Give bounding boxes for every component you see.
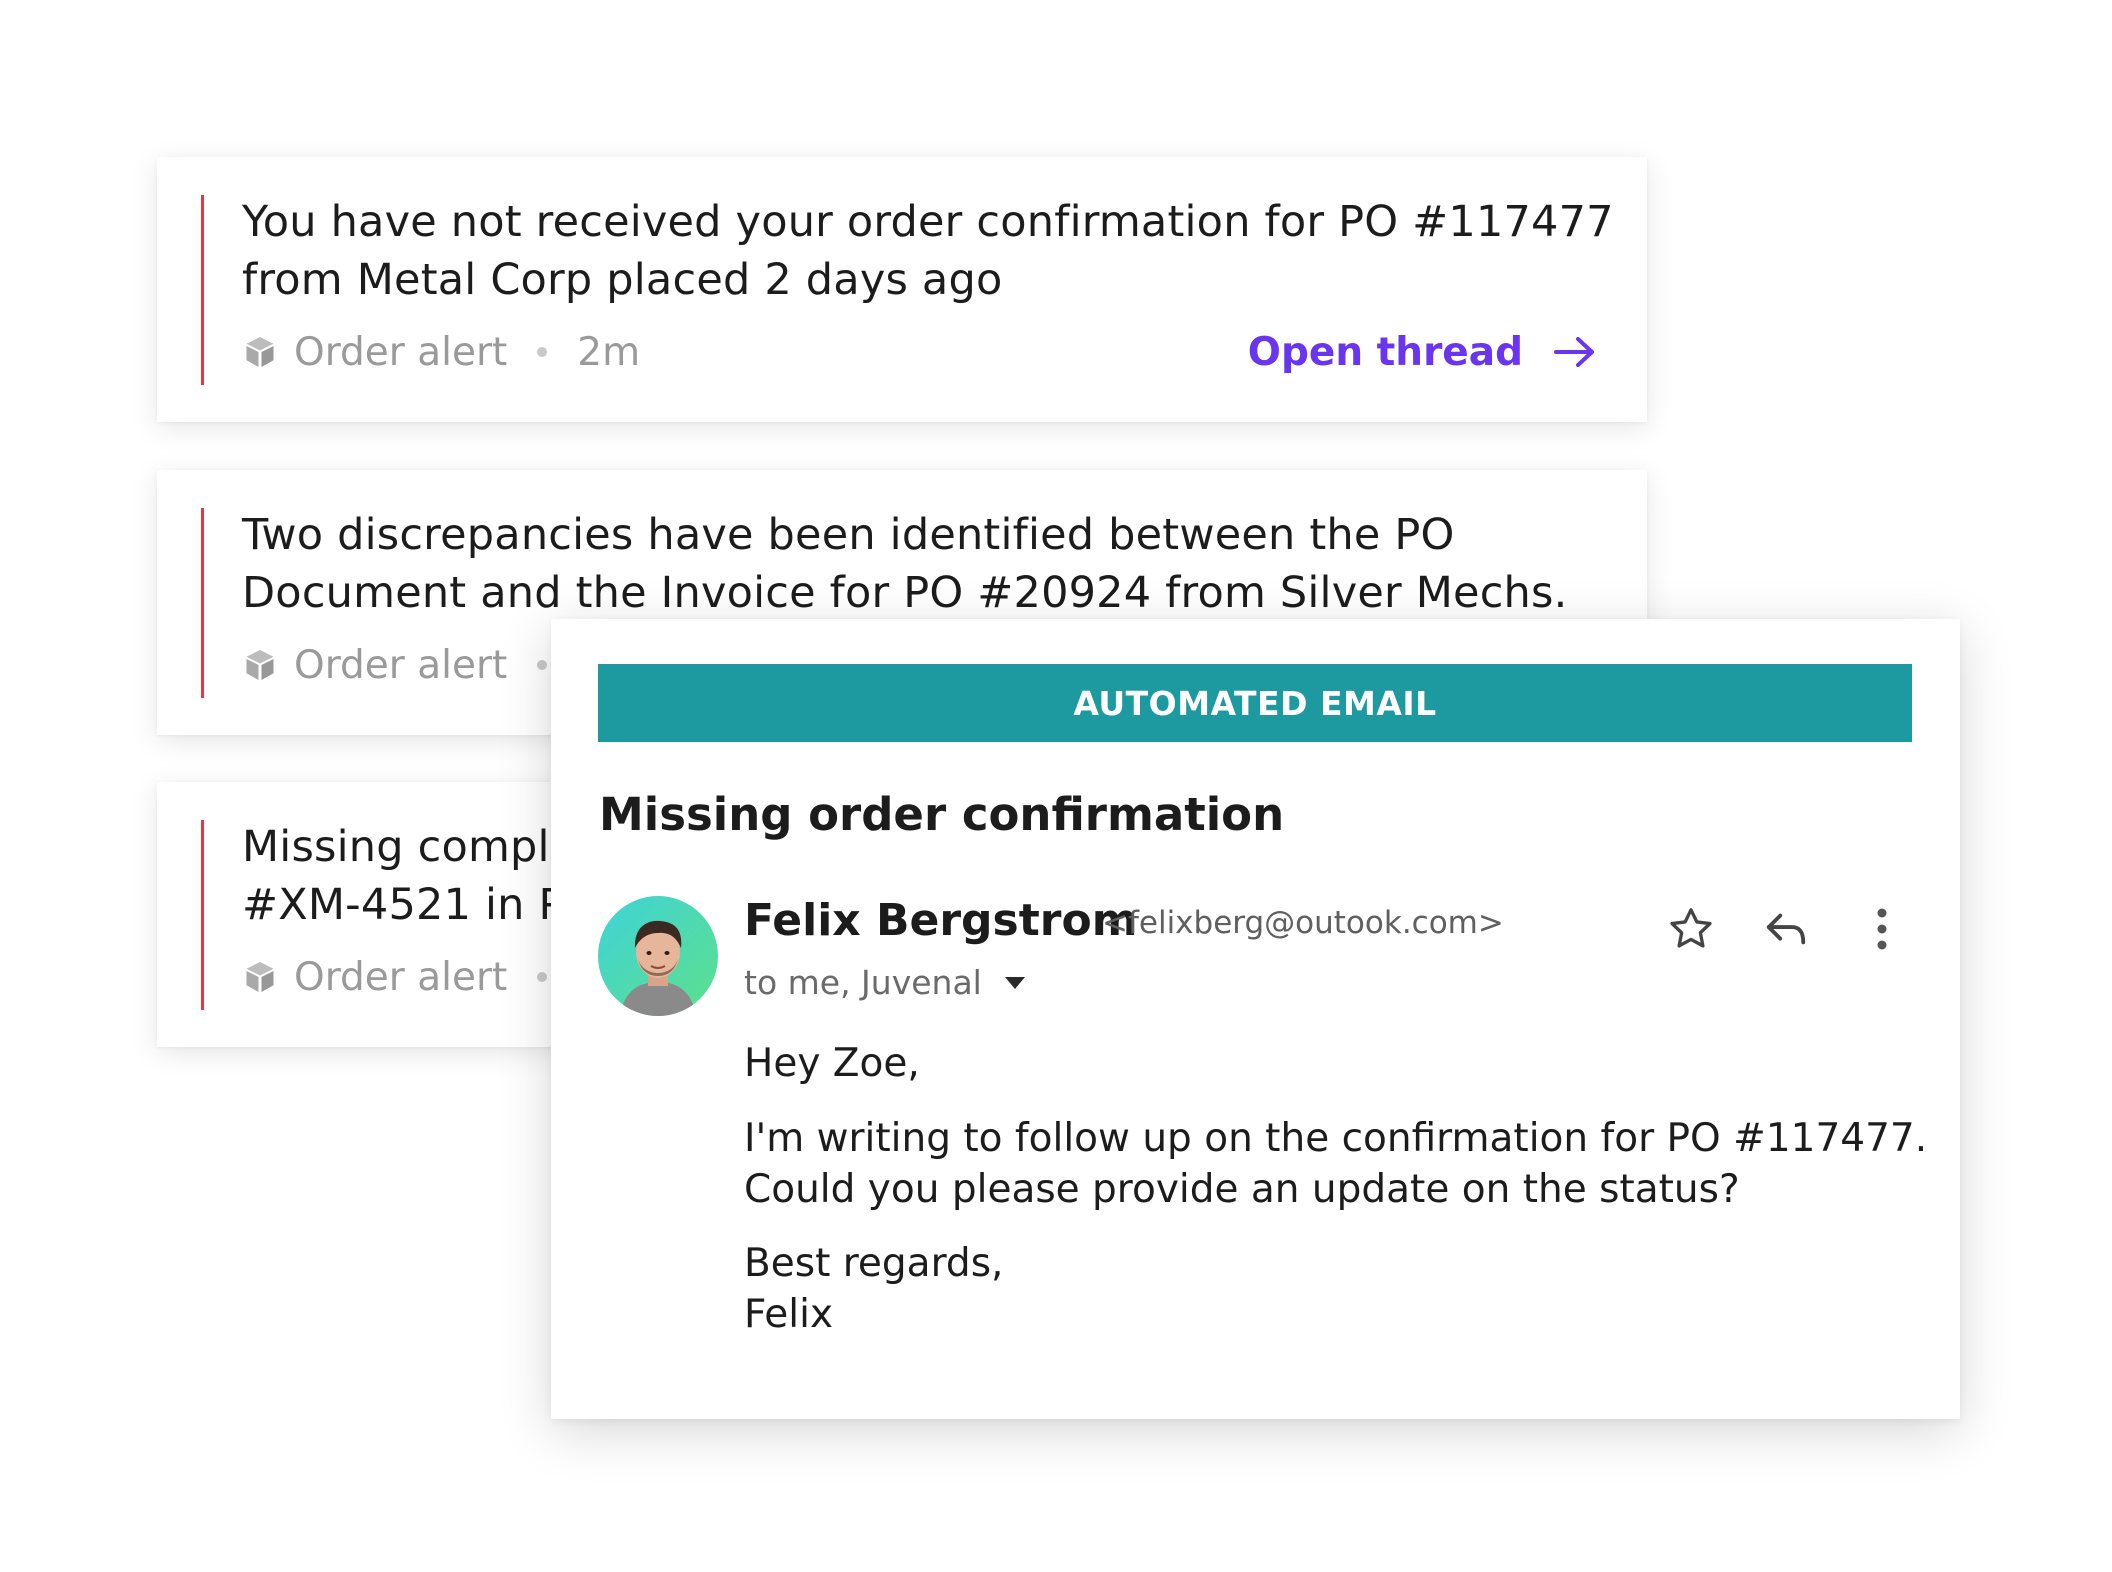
more-vert-icon [1877, 908, 1887, 950]
reply-icon [1766, 913, 1806, 945]
alert-category: Order alert [294, 642, 508, 688]
email-body-line: I'm writing to follow up on the confirma… [744, 1116, 1928, 1161]
star-button[interactable] [1663, 901, 1719, 957]
open-thread-label: Open thread [1247, 329, 1523, 375]
recipients-label: to me, Juvenal [744, 963, 982, 1002]
email-body: I'm writing to follow up on the confirma… [744, 1113, 1927, 1215]
email-body-line: Could you please provide an update on th… [744, 1167, 1740, 1212]
caret-down-icon[interactable] [1004, 976, 1026, 990]
alert-meta: Order alert 2m [242, 327, 640, 377]
email-greeting: Hey Zoe, [744, 1041, 920, 1086]
alert-message: You have not received your order confirm… [242, 193, 1614, 309]
email-signoff: Best regards, [744, 1241, 1004, 1286]
automated-email-banner: AUTOMATED EMAIL [598, 664, 1912, 742]
alert-category: Order alert [294, 954, 508, 1000]
avatar [598, 896, 718, 1016]
alert-message-line: from Metal Corp placed 2 days ago [242, 255, 1003, 305]
avatar-image [598, 896, 718, 1016]
email-panel: AUTOMATED EMAIL Missing order confirmati… [551, 619, 1960, 1419]
separator-dot [537, 347, 548, 357]
alert-meta: Order alert [242, 952, 577, 1002]
alert-meta: Order alert [242, 640, 577, 690]
recipients: to me, Juvenal [744, 963, 1026, 1002]
alert-category: Order alert [294, 329, 508, 375]
alert-message: Two discrepancies have been identified b… [242, 506, 1612, 622]
reply-button[interactable] [1758, 901, 1814, 957]
alert-message-line: Document and the Invoice for PO #20924 f… [242, 568, 1568, 618]
arrow-right-icon [1554, 337, 1594, 367]
alert-card: You have not received your order confirm… [157, 157, 1647, 422]
alert-accent-bar [201, 820, 204, 1010]
cube-icon [246, 962, 274, 992]
cube-icon [246, 337, 274, 367]
alert-time: 2m [577, 329, 641, 375]
open-thread-link[interactable]: Open thread [1248, 327, 1597, 377]
star-icon [1670, 908, 1712, 948]
email-signature: Felix [744, 1292, 834, 1337]
separator-dot [537, 972, 548, 982]
sender-name: Felix Bergstrom [744, 895, 1138, 946]
separator-dot [537, 660, 548, 670]
more-options-button[interactable] [1854, 901, 1910, 957]
email-subject: Missing order confirmation [599, 788, 1285, 841]
alert-message-line: Two discrepancies have been identified b… [242, 510, 1455, 560]
sender-email: <felixberg@outook.com> [1102, 905, 1504, 941]
alert-message-line: You have not received your order confirm… [242, 197, 1614, 247]
email-closing: Best regards, Felix [744, 1238, 1003, 1340]
alert-accent-bar [201, 508, 204, 698]
cube-icon [246, 650, 274, 680]
alert-accent-bar [201, 195, 204, 385]
